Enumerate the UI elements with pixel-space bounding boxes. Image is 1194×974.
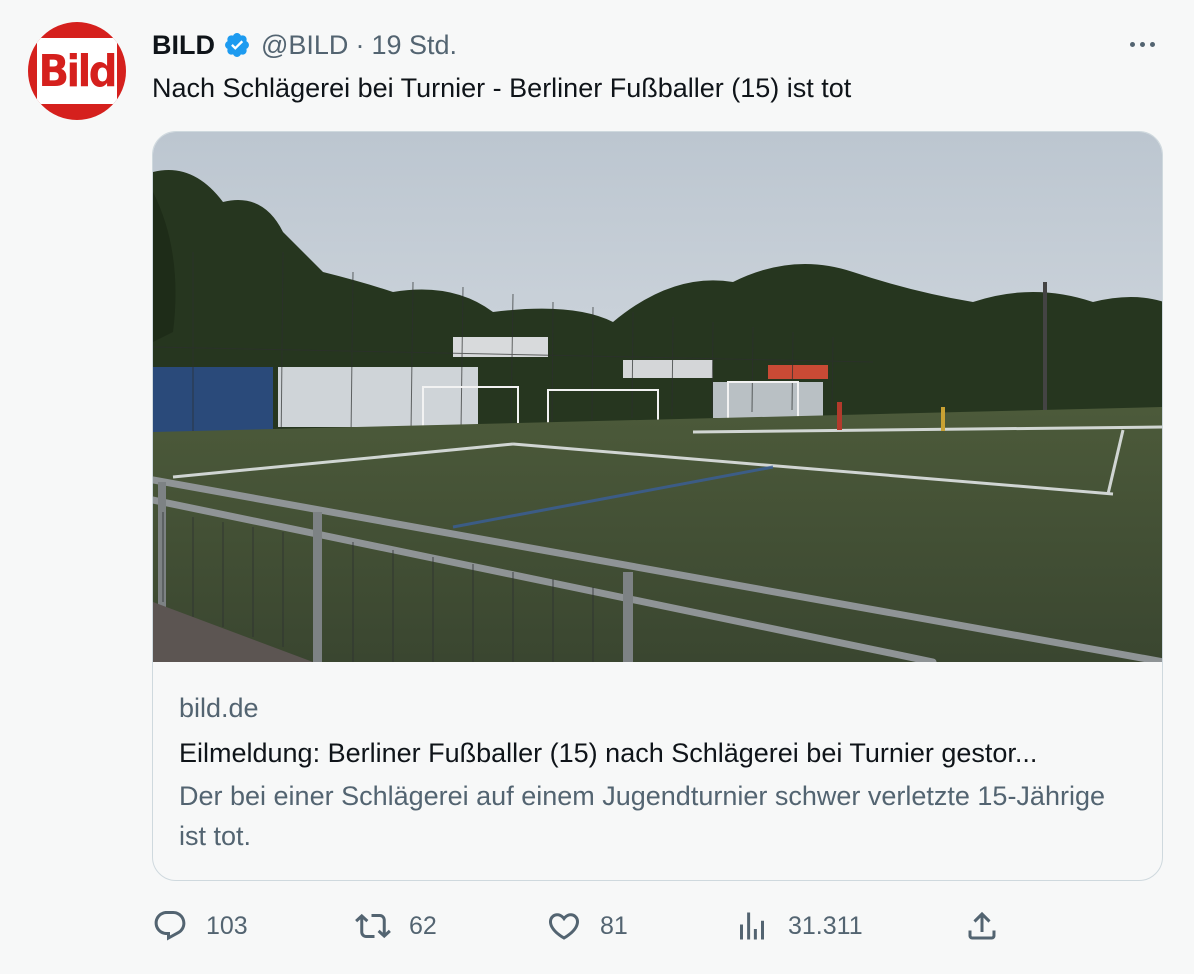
retweet-button[interactable]: 62 — [355, 903, 437, 949]
tweet-text: Nach Schlägerei bei Turnier - Berliner F… — [152, 73, 852, 103]
card-body: bild.de Eilmeldung: Berliner Fußballer (… — [179, 688, 1136, 856]
card-description: Der bei einer Schlägerei auf einem Jugen… — [179, 781, 1105, 851]
reply-icon — [152, 908, 188, 944]
separator-dot: · — [355, 29, 365, 60]
author-handle[interactable]: @BILD — [261, 30, 348, 61]
views-count: 31.311 — [788, 911, 863, 940]
soccer-field-photo — [153, 132, 1162, 662]
avatar[interactable]: Bild — [28, 22, 126, 120]
timestamp[interactable]: 19 Std. — [371, 30, 457, 61]
like-button[interactable]: 81 — [546, 903, 628, 949]
logo-text: Bild — [38, 45, 118, 97]
tweet-actions: 103 62 81 31.311 — [0, 903, 1194, 949]
bild-logo: Bild — [37, 38, 118, 104]
views-chart-icon — [734, 908, 770, 944]
author-name[interactable]: BILD — [152, 30, 215, 61]
card-domain[interactable]: bild.de — [179, 688, 1136, 728]
views-button[interactable]: 31.311 — [734, 903, 863, 949]
retweet-count: 62 — [409, 911, 437, 940]
tweet-header: BILD @BILD · 19 Std. — [152, 28, 457, 62]
share-button[interactable] — [964, 903, 1000, 949]
reply-button[interactable]: 103 — [152, 903, 248, 949]
share-icon — [964, 908, 1000, 944]
card-title[interactable]: Eilmeldung: Berliner Fußballer (15) nach… — [179, 734, 1139, 772]
like-count: 81 — [600, 911, 628, 940]
link-card[interactable]: bild.de Eilmeldung: Berliner Fußballer (… — [152, 131, 1163, 881]
verified-badge-icon[interactable] — [223, 31, 251, 59]
heart-icon — [546, 908, 582, 944]
retweet-icon — [355, 908, 391, 944]
more-horizontal-icon[interactable] — [1122, 30, 1162, 58]
reply-count: 103 — [206, 911, 248, 940]
